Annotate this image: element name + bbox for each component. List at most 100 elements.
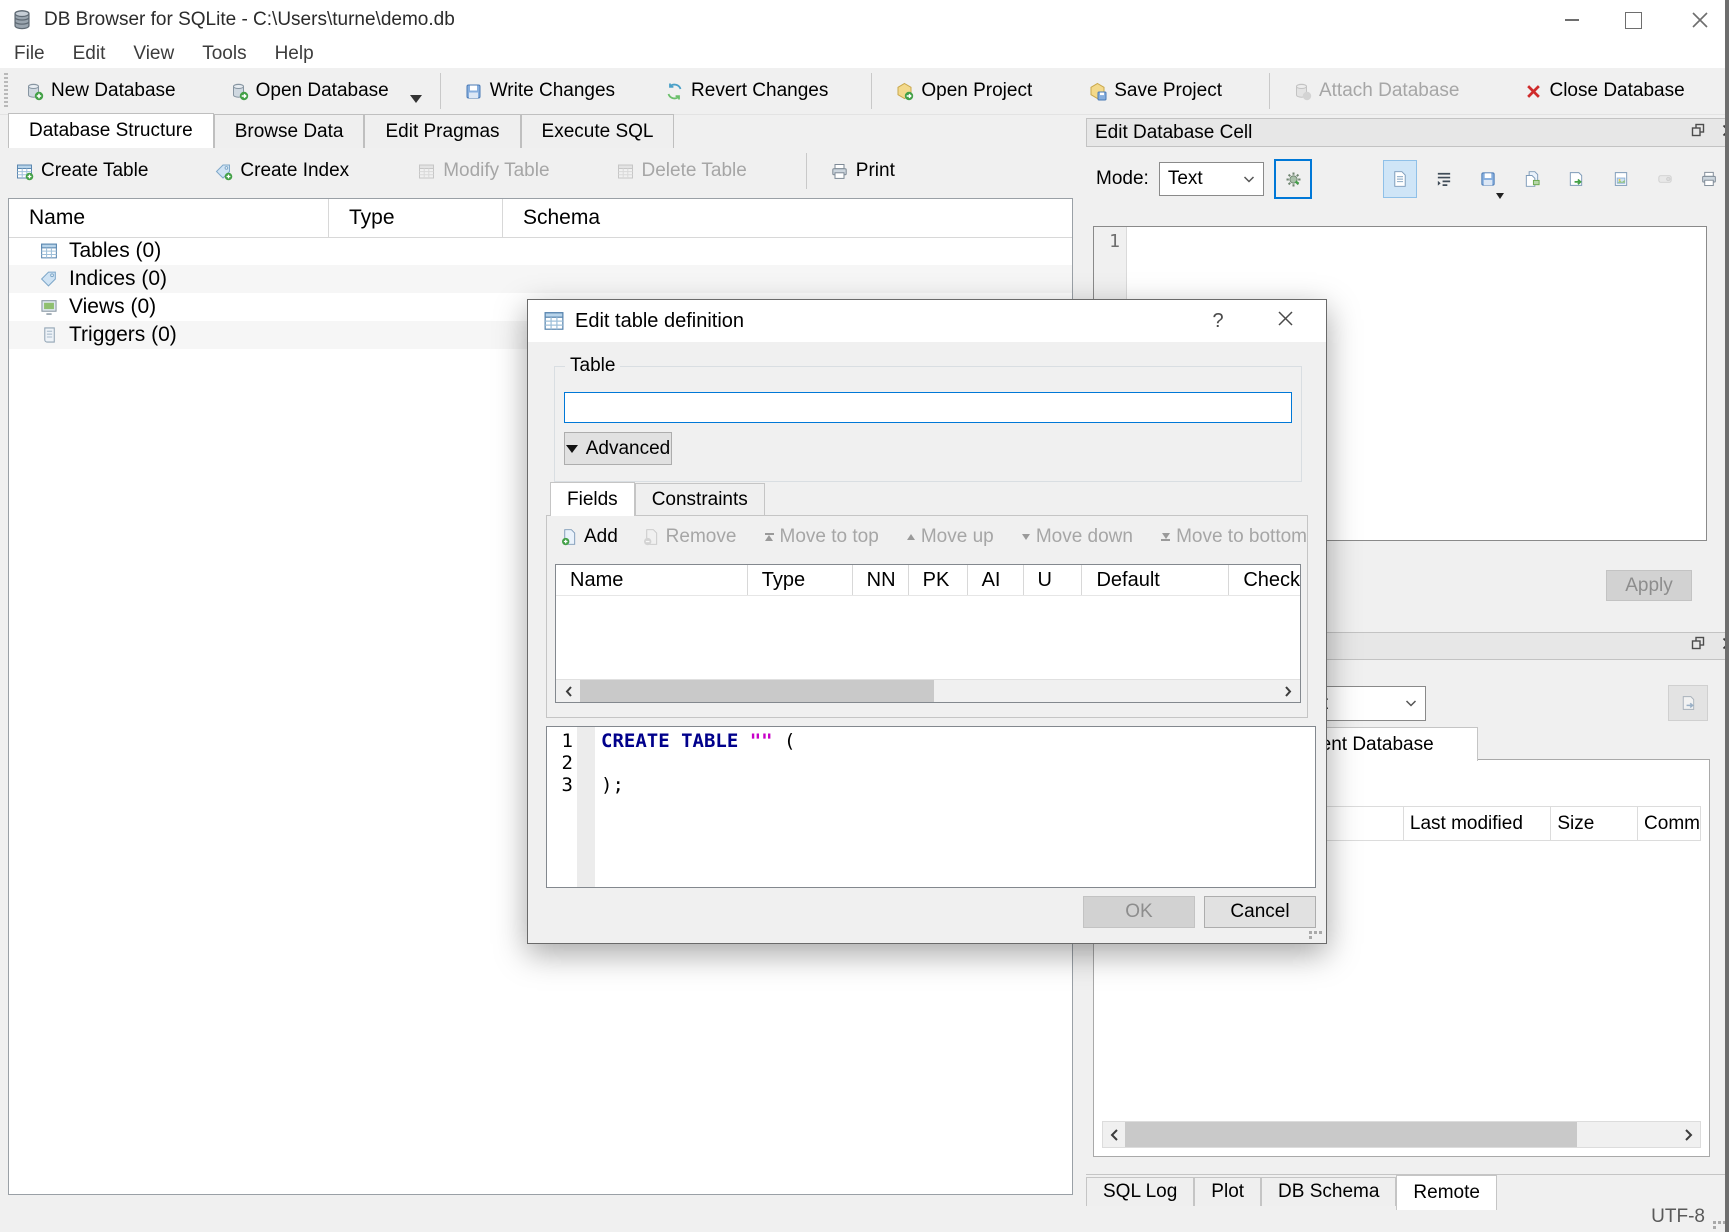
write-changes-button[interactable]: Write Changes: [451, 71, 628, 111]
remote-hscrollbar[interactable]: [1102, 1121, 1701, 1148]
sql-line: 3 );: [547, 774, 1315, 796]
col-check[interactable]: Check: [1229, 565, 1300, 595]
encoding-indicator[interactable]: UTF-8: [1651, 1206, 1705, 1228]
tree-column-name[interactable]: Name: [9, 199, 329, 238]
menu-file[interactable]: File: [0, 40, 59, 68]
collapse-arrow-icon: [566, 445, 578, 453]
cancel-button[interactable]: Cancel: [1204, 896, 1316, 928]
edit-cell-dock-title: Edit Database Cell: [1095, 122, 1252, 144]
tree-item-indices[interactable]: Indices (0): [9, 265, 1072, 293]
create-table-button[interactable]: Create Table: [2, 151, 161, 191]
import-file-icon-button[interactable]: [1471, 160, 1505, 198]
toolbar-drag-handle[interactable]: [4, 73, 8, 109]
menu-bar: File Edit View Tools Help: [0, 40, 1729, 68]
create-table-icon: [15, 162, 34, 181]
tree-item-tables[interactable]: Tables (0): [9, 237, 1072, 265]
new-database-icon: [25, 82, 44, 101]
remote-column-last-modified[interactable]: Last modified: [1404, 807, 1551, 840]
view-icon: [39, 297, 59, 317]
tab-browse-data[interactable]: Browse Data: [214, 114, 365, 148]
gear-icon: [1284, 170, 1303, 189]
field-buttons-row: Add Remove Move to top Move up Move down: [547, 516, 1307, 558]
tab-fields[interactable]: Fields: [550, 482, 635, 516]
float-panel-icon[interactable]: [1690, 635, 1706, 657]
app-icon: [10, 8, 34, 32]
save-dropdown-arrow[interactable]: [1496, 193, 1504, 199]
window-right-border: [1725, 0, 1729, 1232]
menu-help[interactable]: Help: [261, 40, 328, 68]
tab-remote[interactable]: Remote: [1396, 1175, 1497, 1210]
open-project-button[interactable]: Open Project: [882, 71, 1045, 111]
open-in-app-icon-button[interactable]: [1559, 160, 1593, 198]
edit-cell-dock-header[interactable]: Edit Database Cell: [1086, 118, 1729, 147]
table-name-group: Table Advanced: [554, 366, 1302, 482]
main-toolbar: New Database Open Database Write Changes…: [0, 68, 1729, 115]
window-title: DB Browser for SQLite - C:\Users\turne\d…: [44, 9, 455, 31]
tree-column-type[interactable]: Type: [329, 199, 503, 238]
add-field-button[interactable]: Add: [560, 526, 618, 548]
print-cell-icon-button[interactable]: [1692, 160, 1726, 198]
save-project-button[interactable]: Save Project: [1075, 71, 1235, 111]
remote-push-icon-button: [1668, 685, 1708, 721]
image-view-icon-button[interactable]: [1603, 160, 1637, 198]
mode-select[interactable]: Text: [1159, 162, 1265, 196]
tab-edit-pragmas[interactable]: Edit Pragmas: [364, 114, 520, 148]
advanced-toggle-button[interactable]: Advanced: [564, 432, 672, 465]
ok-button: OK: [1083, 896, 1195, 928]
col-u[interactable]: U: [1024, 565, 1083, 595]
sql-plain: );: [597, 774, 624, 796]
export-file-icon-button[interactable]: [1515, 160, 1549, 198]
table-name-input[interactable]: [564, 392, 1292, 423]
col-pk[interactable]: PK: [909, 565, 968, 595]
dialog-tab-bar: Fields Constraints: [550, 483, 765, 516]
trigger-icon: [39, 325, 59, 345]
autoformat-gear-button[interactable]: [1274, 159, 1312, 199]
tab-database-structure[interactable]: Database Structure: [8, 113, 214, 148]
col-name[interactable]: Name: [556, 565, 748, 595]
dialog-resize-grip[interactable]: [1309, 931, 1322, 939]
create-index-button[interactable]: Create Index: [201, 151, 362, 191]
remote-column-size[interactable]: Size: [1551, 807, 1638, 840]
close-button[interactable]: [1689, 9, 1711, 31]
scrollbar-thumb[interactable]: [580, 680, 934, 702]
minimize-button[interactable]: [1561, 9, 1583, 31]
sql-line: 2: [547, 752, 1315, 774]
menu-edit[interactable]: Edit: [59, 40, 120, 68]
revert-changes-button[interactable]: Revert Changes: [652, 71, 841, 111]
tab-constraints[interactable]: Constraints: [635, 483, 765, 516]
new-database-button[interactable]: New Database: [12, 71, 189, 111]
open-database-button[interactable]: Open Database: [217, 71, 402, 111]
scroll-left-icon[interactable]: [556, 680, 580, 702]
remote-column-commit[interactable]: Comm: [1638, 807, 1700, 840]
col-default[interactable]: Default: [1082, 565, 1229, 595]
scrollbar-thumb[interactable]: [1125, 1122, 1577, 1147]
close-database-button[interactable]: Close Database: [1512, 71, 1697, 111]
tree-column-schema[interactable]: Schema: [503, 199, 1072, 238]
open-database-dropdown[interactable]: [402, 71, 430, 111]
float-panel-icon[interactable]: [1690, 122, 1706, 144]
dialog-close-button[interactable]: [1276, 309, 1295, 334]
dialog-help-button[interactable]: ?: [1204, 310, 1232, 333]
modify-table-button: Modify Table: [404, 151, 562, 191]
col-type[interactable]: Type: [748, 565, 853, 595]
scroll-right-icon[interactable]: [1276, 680, 1300, 702]
delete-table-icon: [616, 162, 635, 181]
fields-hscrollbar[interactable]: [556, 679, 1300, 702]
dialog-title-bar[interactable]: Edit table definition ?: [528, 300, 1326, 342]
menu-view[interactable]: View: [119, 40, 188, 68]
text-mode-icon-button[interactable]: [1383, 160, 1417, 198]
fields-table-header: Name Type NN PK AI U Default Check: [556, 565, 1300, 596]
col-ai[interactable]: AI: [968, 565, 1024, 595]
delete-table-button: Delete Table: [603, 151, 760, 191]
word-wrap-icon-button[interactable]: [1427, 160, 1461, 198]
copy-document-icon: [1523, 170, 1541, 188]
print-button[interactable]: Print: [817, 151, 908, 191]
scroll-right-icon[interactable]: [1678, 1122, 1700, 1147]
maximize-button[interactable]: [1622, 9, 1644, 31]
scroll-left-icon[interactable]: [1103, 1122, 1125, 1147]
indent-lines-icon: [1435, 170, 1453, 188]
tab-execute-sql[interactable]: Execute SQL: [521, 114, 675, 148]
add-field-icon: [560, 528, 578, 546]
col-nn[interactable]: NN: [853, 565, 909, 595]
menu-tools[interactable]: Tools: [188, 40, 260, 68]
